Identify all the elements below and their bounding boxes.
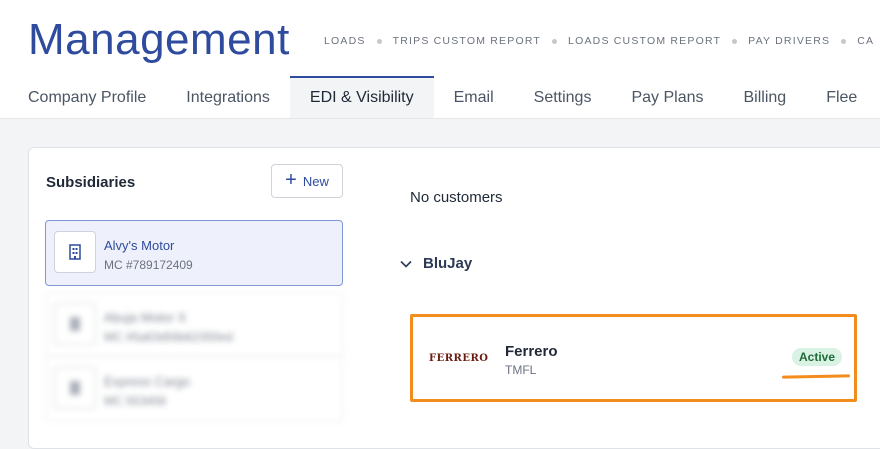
customer-card[interactable]: FERRERO Ferrero TMFL Active bbox=[410, 314, 857, 402]
subsidiary-name: Alvy's Motor bbox=[104, 238, 175, 253]
subsidiary-card[interactable]: Abuja Motor X MC #5a63d56b62350ed bbox=[45, 292, 343, 358]
separator-dot bbox=[552, 38, 558, 44]
chevron-down-icon bbox=[400, 260, 412, 268]
top-bar: Management LOADS TRIPS CUSTOM REPORT LOA… bbox=[0, 0, 880, 119]
quicklink-loads[interactable]: LOADS bbox=[324, 35, 366, 47]
tab-settings[interactable]: Settings bbox=[514, 76, 612, 118]
subsidiary-mc-number: MC #5a63d56b62350ed bbox=[104, 330, 233, 344]
building-icon bbox=[54, 303, 96, 345]
customer-code: TMFL bbox=[505, 363, 537, 377]
separator-dot bbox=[376, 38, 382, 44]
customer-name: Ferrero bbox=[505, 343, 558, 360]
plus-icon: + bbox=[285, 169, 297, 191]
subsidiaries-title: Subsidiaries bbox=[46, 174, 136, 191]
tab-billing[interactable]: Billing bbox=[724, 76, 807, 118]
highlight-underline bbox=[781, 374, 851, 379]
tab-company-profile[interactable]: Company Profile bbox=[0, 76, 166, 118]
subsidiary-name: Abuja Motor X bbox=[104, 310, 187, 325]
status-badge: Active bbox=[792, 348, 843, 366]
building-icon bbox=[54, 231, 96, 273]
page-title: Management bbox=[28, 15, 290, 64]
tab-bar: Company Profile Integrations EDI & Visib… bbox=[0, 76, 877, 118]
tab-fleet[interactable]: Flee bbox=[806, 76, 877, 118]
subsidiary-card[interactable]: Express Cargo MC 553456 bbox=[45, 356, 343, 422]
quicklink-ca[interactable]: CA bbox=[857, 35, 874, 47]
tab-pay-plans[interactable]: Pay Plans bbox=[611, 76, 723, 118]
new-button-label: New bbox=[302, 173, 329, 189]
subsidiaries-column: Subsidiaries + New Alvy's Motor MC #7891… bbox=[29, 148, 359, 448]
subsidiary-name: Express Cargo bbox=[104, 374, 190, 389]
tab-integrations[interactable]: Integrations bbox=[166, 76, 290, 118]
building-icon bbox=[54, 367, 96, 409]
tab-edi-visibility[interactable]: EDI & Visibility bbox=[289, 76, 434, 118]
subsidiary-mc-number: MC #789172409 bbox=[104, 258, 193, 272]
separator-dot bbox=[841, 38, 847, 44]
quicklink-trips-custom-report[interactable]: TRIPS CUSTOM REPORT bbox=[393, 35, 541, 47]
quicklink-pay-drivers[interactable]: PAY DRIVERS bbox=[748, 35, 830, 47]
quick-links: LOADS TRIPS CUSTOM REPORT LOADS CUSTOM R… bbox=[324, 35, 874, 47]
ferrero-logo: FERRERO bbox=[429, 353, 489, 364]
group-header-blujay[interactable]: BluJay bbox=[399, 255, 472, 272]
content-panel: Subsidiaries + New Alvy's Motor MC #7891… bbox=[28, 147, 880, 449]
subsidiary-card[interactable]: Alvy's Motor MC #789172409 bbox=[45, 220, 343, 286]
empty-customers-text: No customers bbox=[410, 189, 503, 206]
quicklink-loads-custom-report[interactable]: LOADS CUSTOM REPORT bbox=[568, 35, 721, 47]
tab-email[interactable]: Email bbox=[434, 76, 514, 118]
separator-dot bbox=[732, 38, 738, 44]
group-name: BluJay bbox=[423, 255, 473, 272]
subsidiary-mc-number: MC 553456 bbox=[104, 394, 167, 408]
customers-column: No customers BluJay FERRERO Ferrero TMFL… bbox=[369, 148, 880, 448]
new-subsidiary-button[interactable]: + New bbox=[271, 164, 343, 198]
